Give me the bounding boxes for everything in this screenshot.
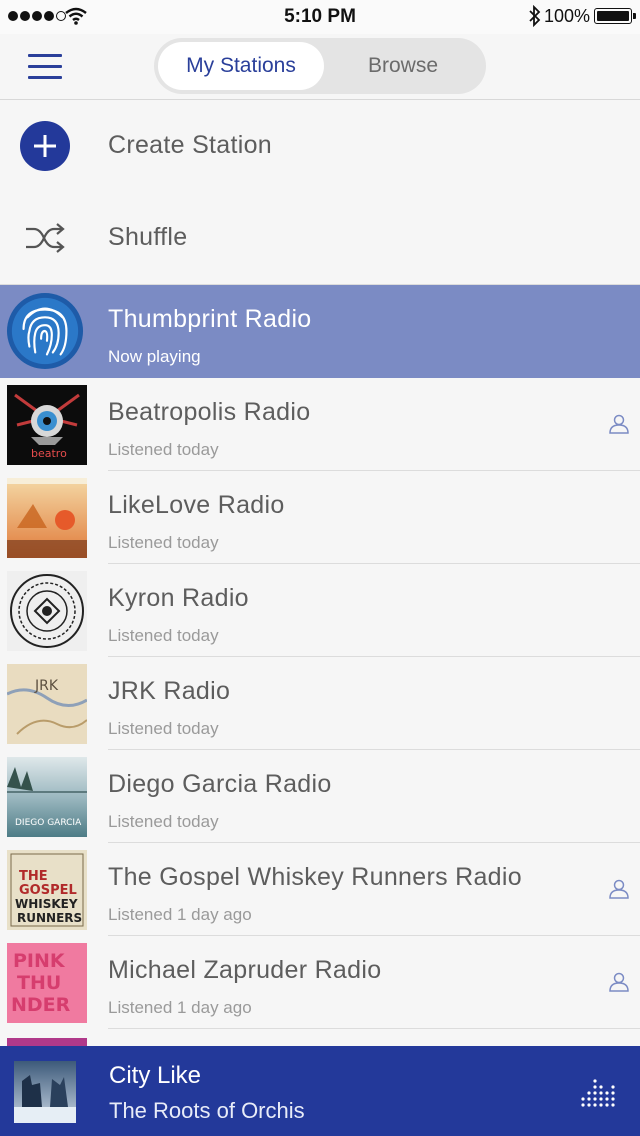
station-row-thumbprint[interactable]: Thumbprint Radio Now playing <box>0 285 640 378</box>
create-station-label: Create Station <box>108 131 273 159</box>
station-status: Listened 1 day ago <box>108 998 252 1017</box>
album-art-label: PINK <box>13 950 66 972</box>
segmented-control: My Stations Browse <box>154 38 486 94</box>
station-name: JRK Radio <box>108 677 231 705</box>
shared-station-icon[interactable] <box>608 972 630 992</box>
station-name: The Gospel Whiskey Runners Radio <box>108 863 522 891</box>
album-art-label: JRK <box>34 678 59 694</box>
station-row-likelove[interactable]: LikeLove Radio Listened today <box>0 471 640 564</box>
station-name: Diego Garcia Radio <box>108 770 332 798</box>
bluetooth-icon <box>529 5 541 27</box>
album-art-label: THE <box>19 869 48 884</box>
album-art-label: GOSPEL <box>19 883 77 898</box>
shared-station-icon[interactable] <box>608 879 630 899</box>
menu-icon[interactable] <box>28 54 62 82</box>
album-art-label: DIEGO GARCIA <box>15 818 82 828</box>
header: My Stations Browse <box>0 34 640 100</box>
album-art-now-playing <box>14 1061 76 1123</box>
tab-browse[interactable]: Browse <box>324 42 482 90</box>
station-status: Listened today <box>108 812 219 831</box>
station-status: Listened 1 day ago <box>108 905 252 924</box>
album-art-partial <box>7 1038 87 1046</box>
station-name: Kyron Radio <box>108 584 249 612</box>
album-art-beatropolis: beatro <box>7 385 87 465</box>
status-bar: 5:10 PM 100% <box>0 0 640 34</box>
album-art-likelove <box>7 478 87 558</box>
album-art-michael-zapruder: PINK THU NDER <box>7 943 87 1023</box>
shared-station-icon[interactable] <box>608 414 630 434</box>
album-art-label: WHISKEY <box>15 897 78 911</box>
shuffle-icon <box>26 223 65 253</box>
station-row-michael-zapruder[interactable]: PINK THU NDER Michael Zapruder Radio Lis… <box>0 936 640 1029</box>
album-art-label: beatro <box>31 447 67 460</box>
album-art-kyron <box>7 571 87 651</box>
station-name: LikeLove Radio <box>108 491 285 519</box>
station-status: Now playing <box>108 347 201 366</box>
station-status: Listened today <box>108 626 219 645</box>
station-row-jrk[interactable]: JRK JRK Radio Listened today <box>0 657 640 750</box>
now-playing-artist: The Roots of Orchis <box>109 1098 305 1123</box>
station-name: Beatropolis Radio <box>108 398 311 426</box>
station-row-beatropolis[interactable]: beatro Beatropolis Radio Listened today <box>0 378 640 471</box>
shuffle-row[interactable]: Shuffle <box>0 192 640 285</box>
station-status: Listened today <box>108 533 219 552</box>
album-art-label: RUNNERS <box>17 911 82 925</box>
battery-icon <box>594 8 636 24</box>
now-playing-bar[interactable]: City Like The Roots of Orchis <box>0 1046 640 1136</box>
station-status: Listened today <box>108 719 219 738</box>
thumbprint-icon <box>6 292 84 370</box>
plus-icon <box>20 121 70 171</box>
station-name: Michael Zapruder Radio <box>108 956 382 984</box>
station-row-gospel-whiskey-runners[interactable]: THE GOSPEL WHISKEY RUNNERS The Gospel Wh… <box>0 843 640 936</box>
shuffle-label: Shuffle <box>108 223 188 251</box>
station-row-kyron[interactable]: Kyron Radio Listened today <box>0 564 640 657</box>
album-art-label: THU <box>17 972 61 994</box>
station-row-diego-garcia[interactable]: DIEGO GARCIA Diego Garcia Radio Listened… <box>0 750 640 843</box>
album-art-gospel-whiskey-runners: THE GOSPEL WHISKEY RUNNERS <box>7 850 87 930</box>
station-status: Listened today <box>108 440 219 459</box>
album-art-jrk: JRK <box>7 664 87 744</box>
equalizer-icon[interactable] <box>580 1078 616 1108</box>
station-name: Thumbprint Radio <box>108 305 312 333</box>
tab-my-stations[interactable]: My Stations <box>158 42 324 90</box>
create-station-row[interactable]: Create Station <box>0 100 640 193</box>
battery-percentage: 100% <box>544 6 591 26</box>
now-playing-track: City Like <box>109 1062 202 1089</box>
album-art-diego-garcia: DIEGO GARCIA <box>7 757 87 837</box>
album-art-label: NDER <box>11 994 71 1016</box>
